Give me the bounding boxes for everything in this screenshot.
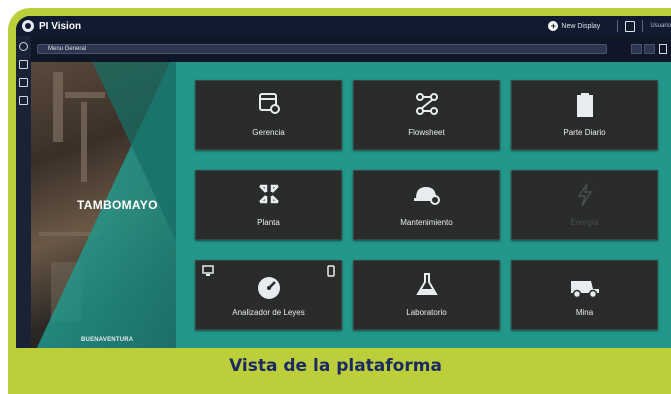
- tile-mantenimiento[interactable]: Mantenimiento: [353, 170, 500, 240]
- divider: [642, 20, 644, 32]
- plus-icon: +: [548, 21, 559, 31]
- caption: Vista de la plataforma: [8, 346, 663, 386]
- tile-label: Mina: [575, 308, 594, 317]
- display-canvas: TAMBOMAYO BUENAVENTURA Gerencia Flowshee…: [31, 62, 671, 348]
- new-display-button[interactable]: + New Display: [548, 21, 600, 31]
- flask-icon: [415, 273, 438, 295]
- divider: [617, 20, 619, 32]
- panel-icon[interactable]: [659, 44, 667, 54]
- tile-parte-diario[interactable]: Parte Diario: [511, 80, 658, 150]
- hard-hat-gear-icon: [413, 187, 440, 205]
- toolbar: Menu General: [31, 36, 671, 62]
- breadcrumb-text: Menu General: [48, 46, 87, 52]
- gauge-icon: [257, 277, 280, 299]
- tile-analizador-de-leyes[interactable]: Analizador de Leyes: [195, 260, 342, 330]
- tile-label: Parte Diario: [563, 128, 606, 137]
- tile-mina[interactable]: Mina: [511, 260, 658, 330]
- sidebar: [16, 36, 31, 348]
- mining-truck-icon: [570, 281, 599, 299]
- tile-label: Flowsheet: [408, 128, 445, 137]
- tile-label: Gerencia: [252, 128, 285, 137]
- lightning-icon: [577, 183, 592, 207]
- tile-gerencia[interactable]: Gerencia: [195, 80, 342, 150]
- tile-label: Planta: [257, 218, 280, 227]
- title-bar-actions: + New Display Usuario: [548, 16, 671, 36]
- display-icon[interactable]: [19, 60, 28, 69]
- home-icon[interactable]: [19, 42, 28, 51]
- site-name: TAMBOMAYO: [77, 198, 158, 212]
- tile-label: Mantenimiento: [400, 218, 453, 227]
- tile-energia[interactable]: Energía: [511, 170, 658, 240]
- dropdown-button[interactable]: [644, 44, 655, 54]
- library-icon[interactable]: [19, 78, 28, 87]
- tile-label: Analizador de Leyes: [232, 308, 305, 317]
- image-frame: PI Vision + New Display Usuario Menu Gen…: [8, 8, 671, 394]
- flow-diagram-icon: [415, 93, 438, 115]
- arrows-cycle-icon: [258, 184, 279, 204]
- monitor-gear-icon: [258, 93, 280, 114]
- new-display-label: New Display: [561, 22, 601, 30]
- breadcrumb[interactable]: Menu General: [37, 44, 607, 54]
- tile-laboratorio[interactable]: Laboratorio: [353, 260, 500, 330]
- clipboard-icon: [576, 93, 593, 117]
- company-logo: BUENAVENTURA: [81, 337, 134, 343]
- title-bar: PI Vision + New Display Usuario: [16, 16, 671, 36]
- tile-label: Energía: [570, 218, 599, 227]
- app-screen: PI Vision + New Display Usuario Menu Gen…: [16, 16, 671, 348]
- pi-vision-logo-icon: [22, 20, 34, 32]
- user-icon[interactable]: [625, 20, 636, 32]
- tile-label: Laboratorio: [406, 308, 447, 317]
- user-name[interactable]: Usuario: [650, 23, 671, 29]
- edit-button[interactable]: [631, 44, 642, 54]
- desktop-icon: [202, 265, 214, 276]
- mobile-icon: [327, 265, 335, 277]
- tile-planta[interactable]: Planta: [195, 170, 342, 240]
- caption-text: Vista de la plataforma: [229, 356, 442, 376]
- events-icon[interactable]: [19, 96, 28, 105]
- app-title: PI Vision: [39, 20, 82, 32]
- tile-flowsheet[interactable]: Flowsheet: [353, 80, 500, 150]
